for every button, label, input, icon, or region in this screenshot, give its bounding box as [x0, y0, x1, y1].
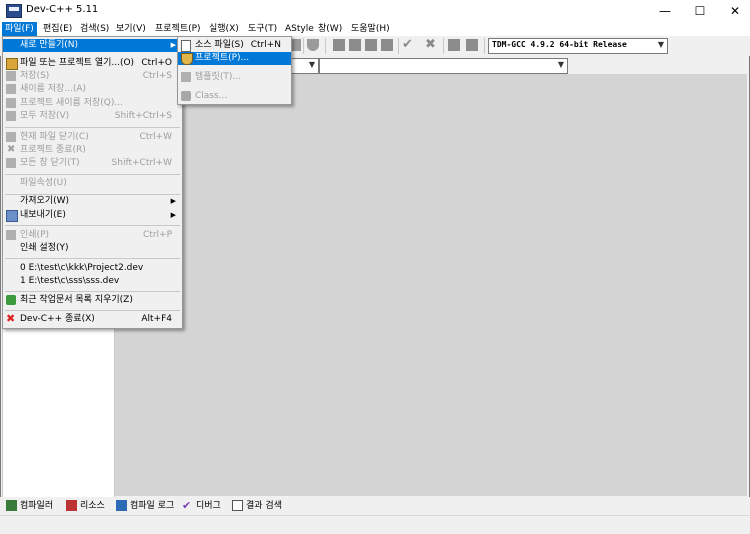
toolbar-separator — [484, 38, 485, 54]
menu-item-close-project[interactable]: ✖ 프로젝트 종료(R) — [3, 144, 182, 157]
menu-separator — [5, 310, 180, 311]
menu-item-new-project[interactable]: 프로젝트(P)... — [178, 52, 291, 65]
print-icon — [6, 230, 16, 240]
menu-item-save-as[interactable]: 새이름 저장...(A) — [3, 83, 182, 96]
menu-astyle[interactable]: AStyle — [282, 22, 317, 36]
tab-compiler[interactable]: 컴파일러 — [6, 498, 53, 514]
add-watch-icon[interactable] — [448, 39, 460, 51]
check-icon[interactable]: ✔ — [402, 37, 413, 52]
menu-item-export[interactable]: 내보내기(E) ▶ — [3, 209, 182, 222]
tab-compile-log[interactable]: 컴파일 로그 — [116, 498, 174, 514]
menu-item-save[interactable]: 저장(S) Ctrl+S — [3, 70, 182, 83]
compiler-select[interactable]: TDM-GCC 4.9.2 64-bit Release ▼ — [488, 38, 668, 54]
menu-separator — [5, 225, 180, 226]
grid-icon[interactable] — [381, 39, 393, 51]
chevron-down-icon: ▼ — [308, 60, 315, 69]
menu-item-new-template[interactable]: 템플릿(T)... — [178, 71, 291, 84]
maximize-button[interactable]: ☐ — [683, 0, 717, 22]
menu-view[interactable]: 보기(V) — [113, 22, 149, 36]
menu-separator — [5, 127, 180, 128]
menu-item-new-source[interactable]: 소스 파일(S) Ctrl+N — [178, 39, 291, 52]
menu-item-new[interactable]: 새로 만들기(N) ▶ — [3, 39, 182, 52]
devcpp-app-icon — [6, 4, 22, 18]
save-as-icon — [6, 84, 16, 94]
menu-search[interactable]: 검색(S) — [77, 22, 112, 36]
tab-resources[interactable]: 리소스 — [66, 498, 105, 514]
menu-separator — [5, 291, 180, 292]
editor-area — [115, 74, 747, 496]
menu-help[interactable]: 도움말(H) — [348, 22, 393, 36]
class-select[interactable]: ▼ — [290, 58, 319, 74]
trash-icon — [6, 295, 16, 305]
submenu-arrow-icon: ▶ — [170, 197, 176, 205]
menu-item-recent-1[interactable]: 1 E:\test\c\sss\sss.dev — [3, 275, 182, 288]
title-bar — [0, 0, 750, 22]
close-all-icon — [6, 158, 16, 168]
minimize-button[interactable]: — — [648, 0, 682, 22]
close-project-icon: ✖ — [7, 144, 16, 155]
grid-icon[interactable] — [333, 39, 345, 51]
menu-edit[interactable]: 편집(E) — [40, 22, 75, 36]
menu-item-close-all[interactable]: 모든 창 닫기(T) Shift+Ctrl+W — [3, 157, 182, 170]
shield-icon[interactable] — [307, 39, 319, 51]
menu-item-open[interactable]: 파일 또는 프로젝트 열기...(O) Ctrl+O — [3, 57, 182, 70]
save-icon — [6, 71, 16, 81]
close-file-icon — [6, 132, 16, 142]
save-all-icon — [6, 111, 16, 121]
chevron-down-icon: ▼ — [557, 60, 564, 69]
bar-chart-icon — [116, 500, 127, 511]
menu-item-new-class[interactable]: Class... — [178, 90, 291, 103]
grid-icon — [6, 500, 17, 511]
tab-find-results[interactable]: 결과 검색 — [232, 498, 282, 514]
block-icon[interactable] — [349, 39, 361, 51]
menu-separator — [5, 174, 180, 175]
debug-icon[interactable] — [466, 39, 478, 51]
window-title: Dev-C++ 5.11 — [26, 4, 99, 15]
menu-item-save-project-as[interactable]: 프로젝트 새이름 저장(Q)... — [3, 97, 182, 110]
toolbar-separator — [443, 38, 444, 54]
file-menu-dropdown: 새로 만들기(N) ▶ 파일 또는 프로젝트 열기...(O) Ctrl+O 저장… — [2, 36, 183, 329]
tab-debug[interactable]: ✔ 디버그 — [182, 498, 221, 514]
menu-window[interactable]: 창(W) — [315, 22, 345, 36]
status-bar — [0, 515, 750, 534]
menu-item-print[interactable]: 인쇄(P) Ctrl+P — [3, 229, 182, 242]
submenu-arrow-icon: ▶ — [170, 211, 176, 219]
class-icon — [181, 91, 191, 101]
menu-item-recent-0[interactable]: 0 E:\test\c\kkk\Project2.dev — [3, 262, 182, 275]
menu-file[interactable]: 파일(F) — [2, 22, 37, 36]
search-icon — [232, 500, 243, 511]
chevron-down-icon: ▼ — [657, 40, 664, 49]
save-project-icon — [6, 98, 16, 108]
project-icon — [181, 53, 193, 65]
member-select[interactable]: ▼ — [319, 58, 568, 74]
exit-icon: ✖ — [6, 312, 16, 325]
compiler-select-value: TDM-GCC 4.9.2 64-bit Release — [492, 40, 627, 49]
template-icon — [181, 72, 191, 82]
toolbar-separator — [325, 38, 326, 54]
menu-item-close-file[interactable]: 현재 파일 닫기(C) Ctrl+W — [3, 131, 182, 144]
folder-open-icon — [6, 58, 18, 70]
resources-icon — [66, 500, 77, 511]
menu-tools[interactable]: 도구(T) — [245, 22, 280, 36]
new-submenu: 소스 파일(S) Ctrl+N 프로젝트(P)... 템플릿(T)... Clas… — [177, 36, 292, 105]
export-icon — [6, 210, 18, 222]
menu-item-exit[interactable]: ✖ Dev-C++ 종료(X) Alt+F4 — [3, 313, 182, 326]
menu-item-properties[interactable]: 파일속성(U) — [3, 177, 182, 190]
menu-run[interactable]: 실행(X) — [206, 22, 242, 36]
menu-separator — [5, 258, 180, 259]
toolbar-separator — [303, 38, 304, 54]
source-file-icon — [181, 40, 191, 52]
check-icon: ✔ — [182, 499, 192, 512]
close-button[interactable]: ✕ — [718, 0, 750, 22]
menu-project[interactable]: 프로젝트(P) — [152, 22, 204, 36]
block-icon[interactable] — [365, 39, 377, 51]
bottom-tab-bar — [0, 497, 750, 515]
toolbar-separator — [398, 38, 399, 54]
menu-item-import[interactable]: 가져오기(W) ▶ — [3, 195, 182, 208]
cross-icon[interactable]: ✖ — [425, 37, 436, 52]
menu-item-save-all[interactable]: 모두 저장(V) Shift+Ctrl+S — [3, 110, 182, 123]
submenu-arrow-icon: ▶ — [170, 41, 176, 49]
menu-item-clear-recent[interactable]: 최근 작업문서 목록 지우기(Z) — [3, 294, 182, 307]
menu-item-print-setup[interactable]: 인쇄 설정(Y) — [3, 242, 182, 255]
